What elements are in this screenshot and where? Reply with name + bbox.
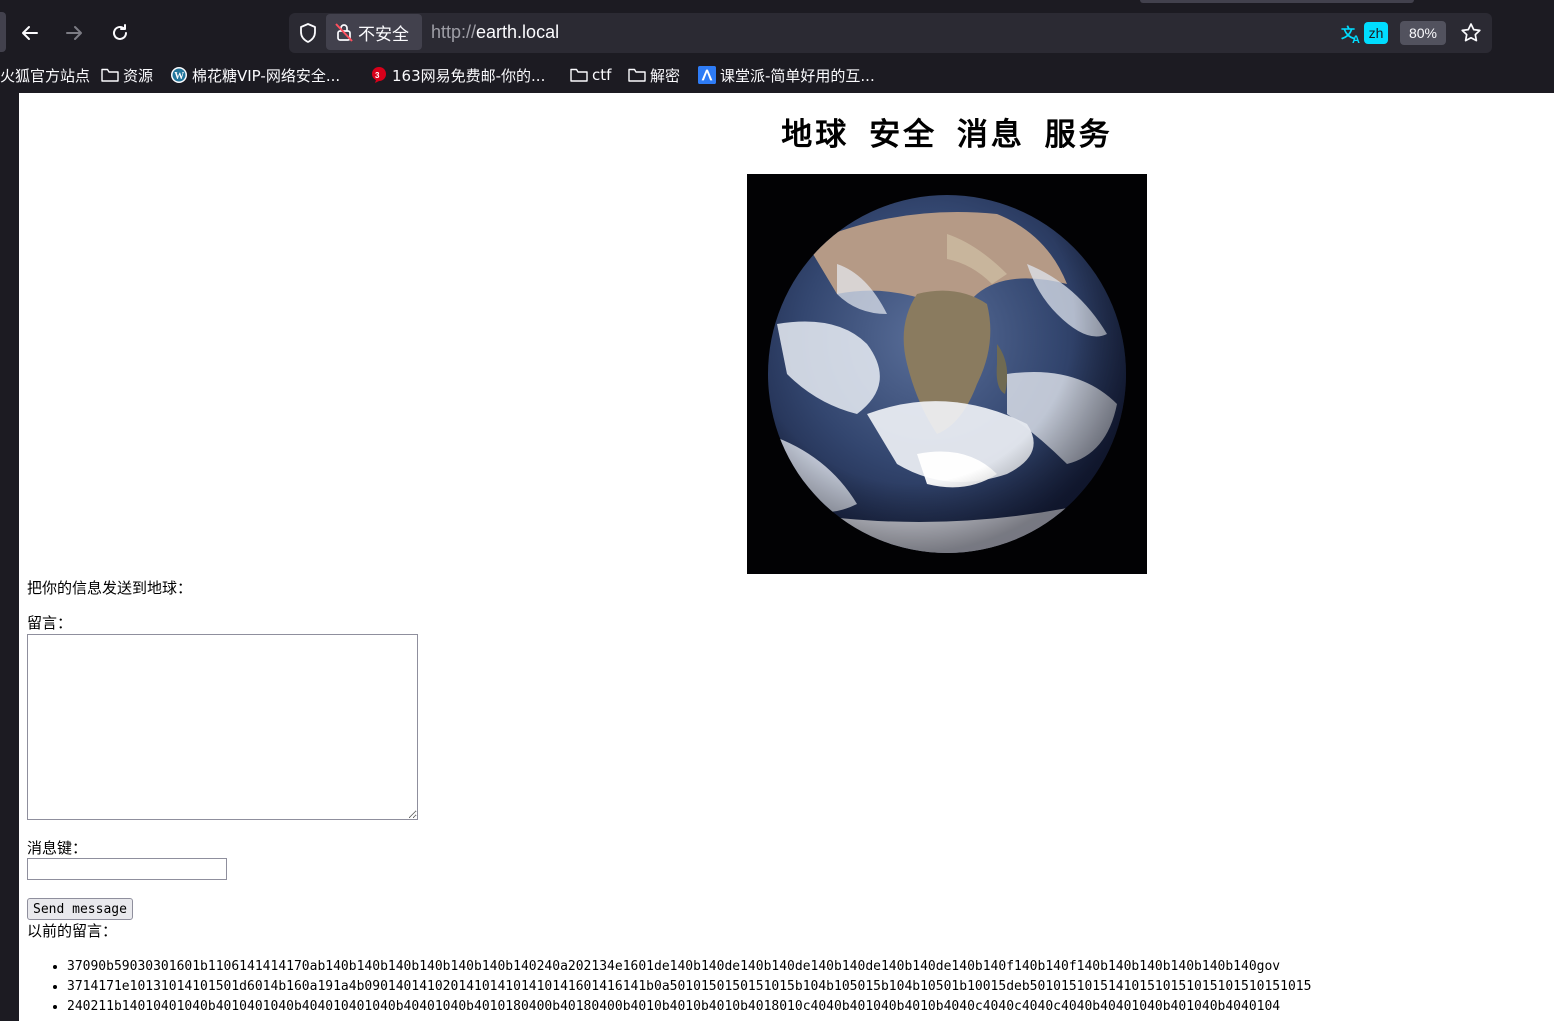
list-item: 240211b14010401040b4010401040b4040104010… — [67, 997, 1311, 1017]
earth-image — [747, 174, 1147, 574]
bookmark-folder-decrypt[interactable]: 解密 — [628, 62, 680, 88]
bookmark-163-mail[interactable]: 3 163网易免费邮-你的... — [370, 62, 545, 88]
url-scheme: http:// — [431, 22, 477, 42]
url-text[interactable]: http://earth.local — [431, 22, 559, 43]
back-button[interactable] — [14, 18, 46, 48]
bookmark-label: 课堂派-简单好用的互... — [720, 66, 875, 85]
list-item: 37090b59030301601b1106141414170ab140b140… — [67, 957, 1311, 977]
zoom-level-button[interactable]: 80% — [1400, 21, 1446, 45]
svg-text:3: 3 — [375, 71, 380, 80]
reload-button[interactable] — [104, 18, 136, 48]
send-prompt-text: 把你的信息发送到地球： — [27, 579, 193, 597]
message-textarea[interactable] — [27, 634, 418, 820]
folder-icon — [570, 66, 588, 84]
bookmark-label: 163网易免费邮-你的... — [392, 66, 546, 85]
bookmarks-toolbar: 火狐官方站点 资源 W 棉花糖VIP-网络安全... 3 163网易免费邮-你的… — [0, 58, 1554, 92]
bookmark-folder-resources[interactable]: 资源 — [101, 62, 153, 88]
bookmark-label: 解密 — [650, 66, 681, 85]
url-host: earth.local — [476, 22, 560, 42]
bookmark-label: 火狐官方站点 — [0, 66, 91, 85]
netease-mail-icon: 3 — [370, 66, 388, 84]
previous-messages-label: 以前的留言： — [27, 922, 118, 940]
bookmark-ketangpai[interactable]: 课堂派-简单好用的互... — [698, 62, 875, 88]
not-secure-label: 不安全 — [358, 24, 409, 45]
ketangpai-icon — [698, 66, 716, 84]
folder-icon — [628, 66, 646, 84]
earth-globe-picture — [747, 174, 1147, 574]
list-item: 3714171e10131014101501d6014b160a191a4b09… — [67, 977, 1311, 997]
connection-not-secure-button[interactable]: 不安全 — [326, 14, 422, 50]
insecure-lock-icon — [335, 23, 353, 42]
translate-language-badge[interactable]: zh — [1364, 22, 1388, 44]
bookmark-firefox-official[interactable]: 火狐官方站点 — [0, 62, 90, 88]
folder-icon — [101, 66, 119, 84]
wordpress-icon: W — [170, 66, 188, 84]
svg-text:W: W — [174, 71, 184, 82]
bookmark-star-icon[interactable] — [1459, 21, 1483, 45]
bookmark-mianhuatang[interactable]: W 棉花糖VIP-网络安全... — [170, 62, 340, 88]
web-page: 地球 安全 消息 服务 把你的信息发送到地球： 留言： 消息键： Send me… — [19, 93, 1554, 1021]
svg-text:A: A — [1352, 34, 1360, 45]
arrow-left-icon — [22, 26, 38, 40]
message-key-input[interactable] — [27, 858, 227, 880]
previous-messages-list: 37090b59030301601b1106141414170ab140b140… — [67, 957, 1311, 1017]
send-message-button[interactable]: Send message — [27, 898, 133, 920]
tracking-protection-shield-icon[interactable] — [297, 22, 319, 44]
arrow-right-icon — [66, 26, 82, 40]
message-label: 留言： — [27, 614, 73, 632]
bookmark-label: 棉花糖VIP-网络安全... — [192, 66, 341, 85]
message-key-label: 消息键： — [27, 839, 88, 857]
forward-button[interactable] — [58, 18, 90, 48]
bookmark-label: 资源 — [123, 66, 154, 85]
page-title: 地球 安全 消息 服务 — [781, 117, 1113, 153]
reload-icon — [113, 24, 127, 40]
address-bar[interactable]: 不安全 http://earth.local 文 A zh 80% — [289, 13, 1492, 53]
tab-hint[interactable] — [1140, 0, 1414, 3]
translate-icon[interactable]: 文 A — [1341, 21, 1365, 45]
bookmark-label: ctf — [592, 66, 612, 84]
navigation-toolbar: 不安全 http://earth.local 文 A zh 80% — [0, 10, 1554, 56]
bookmark-folder-ctf[interactable]: ctf — [570, 62, 611, 88]
